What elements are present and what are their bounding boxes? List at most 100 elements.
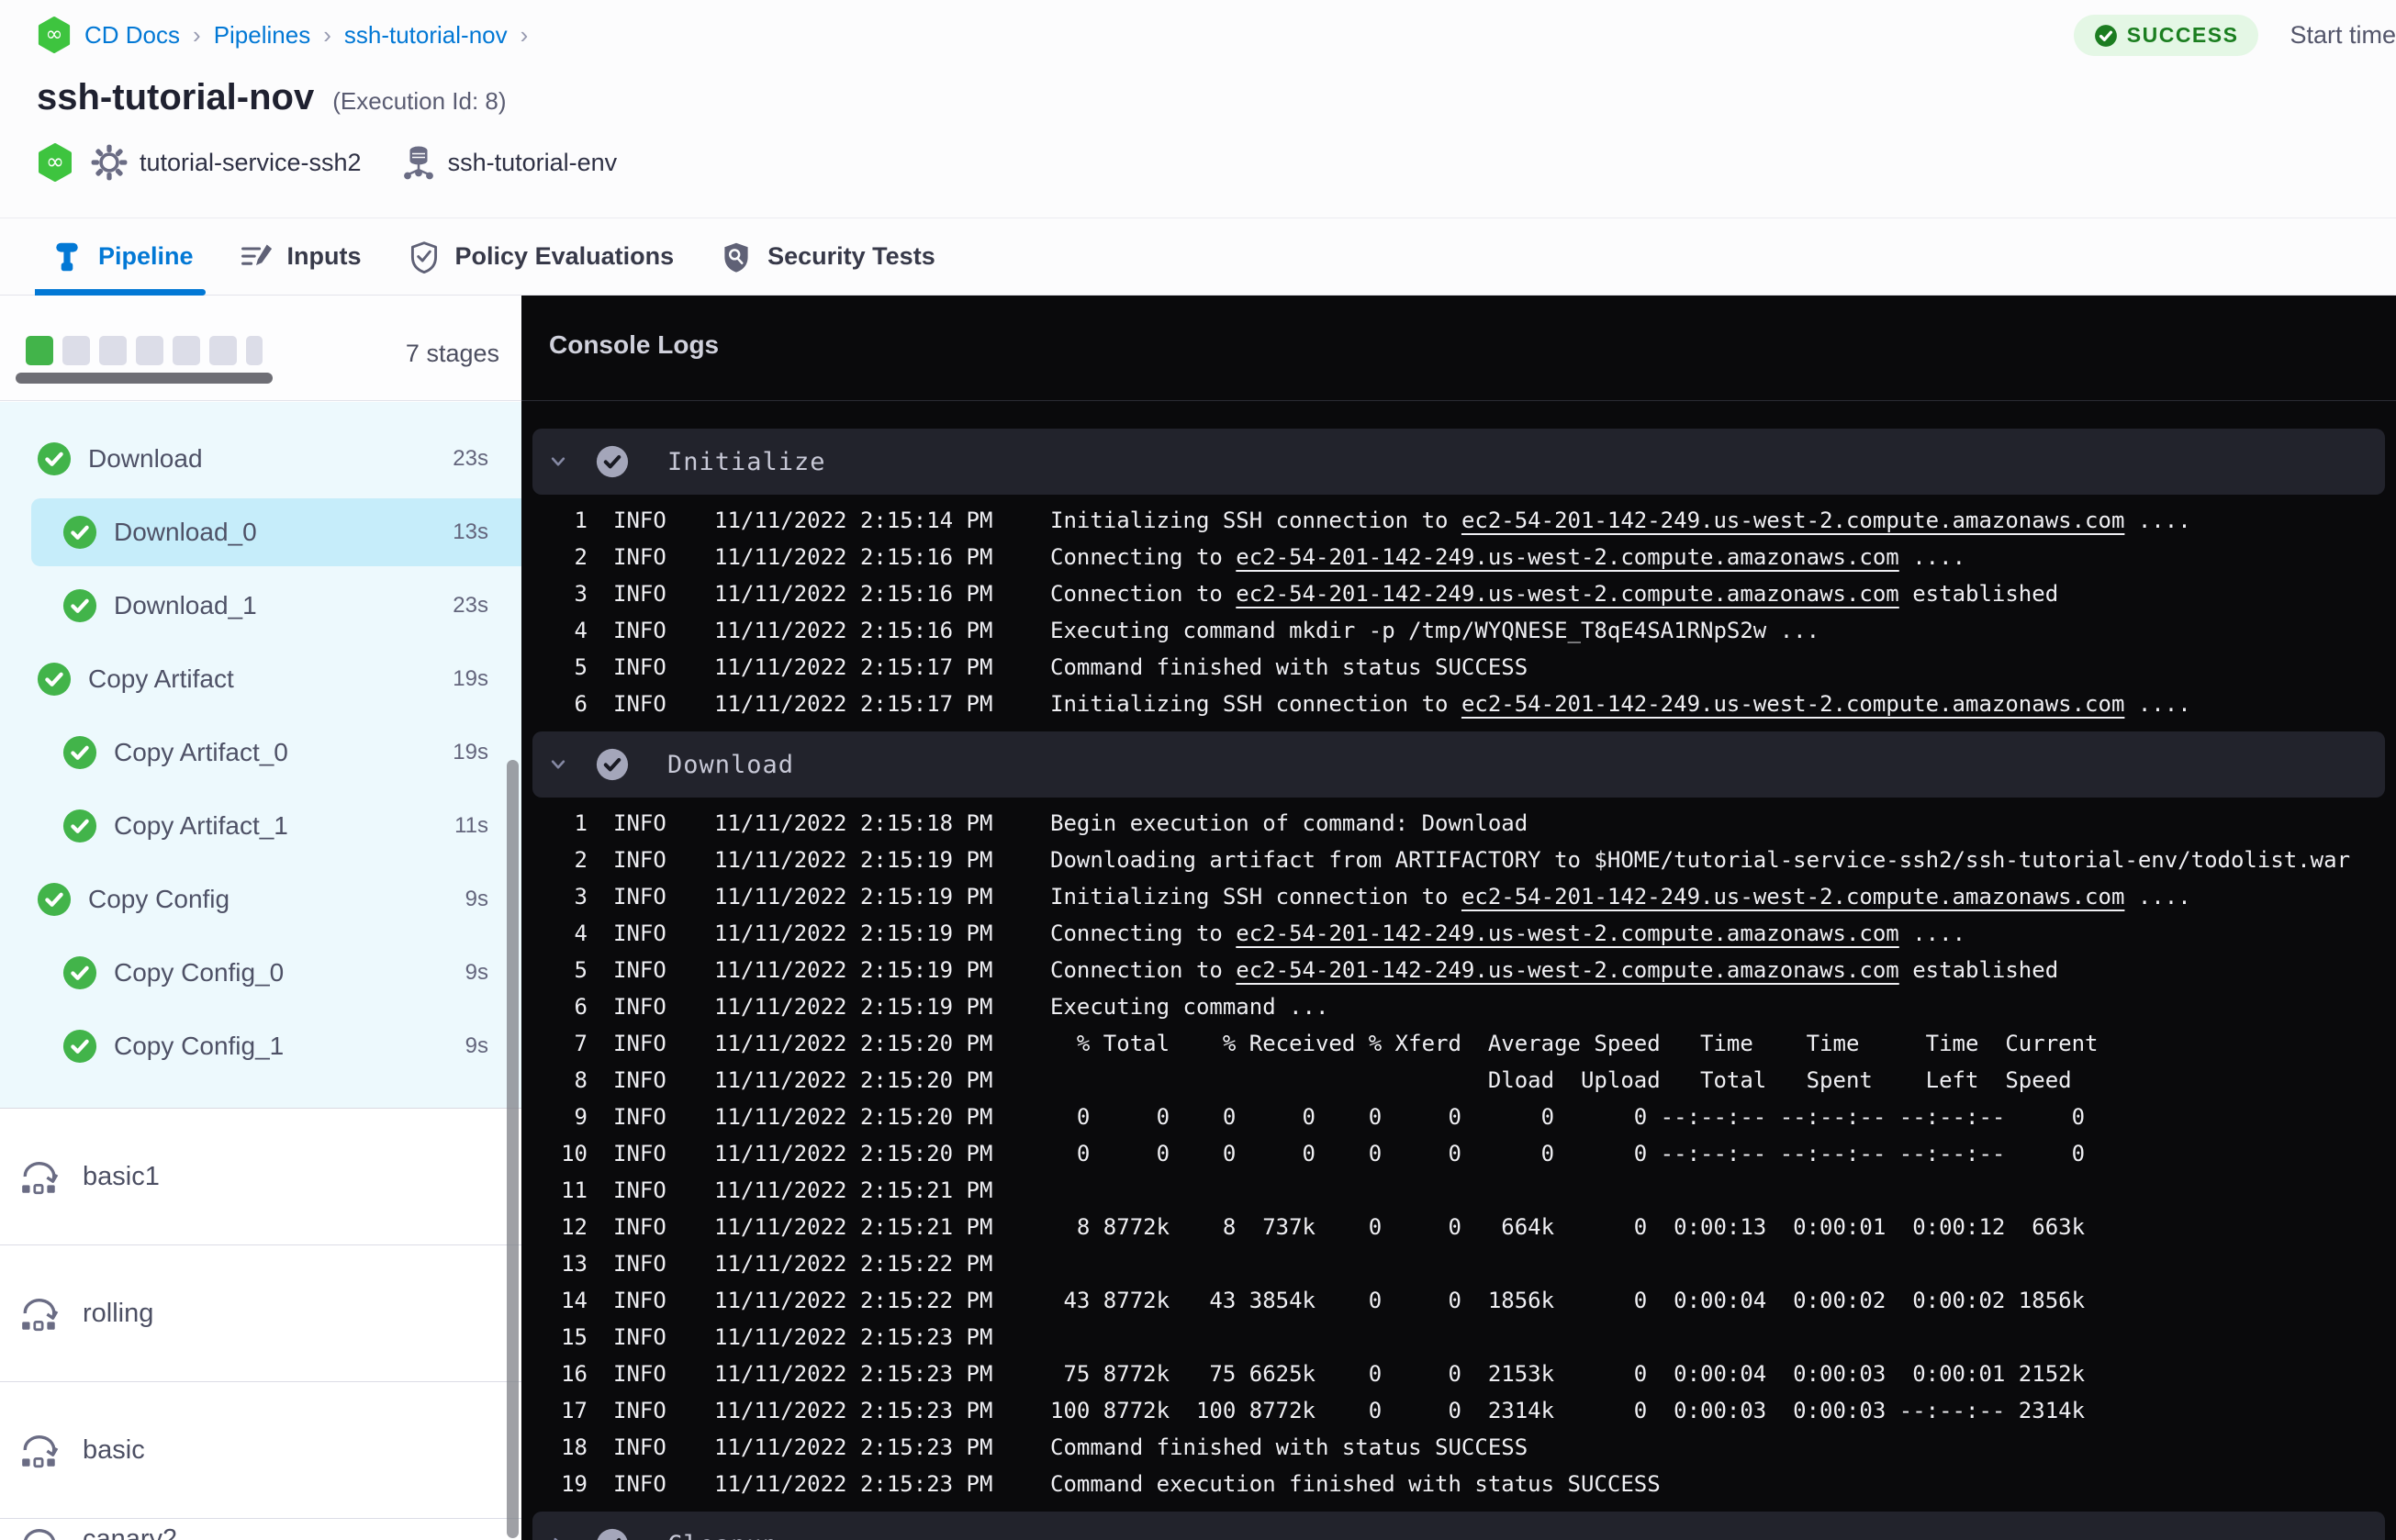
stage-count-label: 7 stages <box>405 340 499 367</box>
host-link[interactable]: ec2-54-201-142-249.us-west-2.compute.ama… <box>1236 921 1898 946</box>
host-link[interactable]: ec2-54-201-142-249.us-west-2.compute.ama… <box>1461 884 2124 909</box>
execution-list-item[interactable]: basic1 <box>0 1109 521 1245</box>
log-line: 3 INFO 11/11/2022 2:15:19 PM Initializin… <box>532 878 2385 915</box>
stage-name: Copy Config_0 <box>114 958 285 987</box>
log-text: 0 0 0 0 0 0 0 0 --:--:-- --:--:-- --:--:… <box>1050 1141 2086 1166</box>
breadcrumb-link[interactable]: ssh-tutorial-nov <box>344 21 508 50</box>
breadcrumb-link[interactable]: Pipelines <box>214 21 311 50</box>
stage-row[interactable]: Copy Config 9s <box>0 863 521 936</box>
log-message: Downloading artifact from ARTIFACTORY to… <box>1050 847 2350 873</box>
stage-row[interactable]: Download_1 23s <box>0 569 521 642</box>
minimap-stage-square <box>99 336 127 365</box>
log-section-header[interactable]: Initialize <box>532 429 2385 495</box>
breadcrumb-separator: › <box>520 20 529 49</box>
environment-name-label: ssh-tutorial-env <box>447 148 618 176</box>
log-text: .... <box>2124 508 2191 533</box>
host-link[interactable]: ec2-54-201-142-249.us-west-2.compute.ama… <box>1236 544 1898 570</box>
stage-name: Copy Config_1 <box>114 1032 285 1060</box>
log-section: Initialize 1 INFO 11/11/2022 2:15:14 PM … <box>532 429 2385 728</box>
stage-name: Copy Artifact_0 <box>114 738 288 766</box>
log-line: 1 INFO 11/11/2022 2:15:14 PM Initializin… <box>532 502 2385 539</box>
log-text: Command execution finished with status S… <box>1050 1471 1661 1497</box>
host-link[interactable]: ec2-54-201-142-249.us-west-2.compute.ama… <box>1236 957 1898 983</box>
log-timestamp: 11/11/2022 2:15:23 PM <box>714 1324 993 1350</box>
log-text: Connection to <box>1050 581 1237 607</box>
log-text: Command finished with status SUCCESS <box>1050 1434 1528 1460</box>
sidebar-scrollbar-thumb[interactable] <box>507 760 519 1538</box>
log-message: % Total % Received % Xferd Average Speed… <box>1050 1031 2099 1056</box>
log-section-header[interactable]: Download <box>532 731 2385 798</box>
host-link[interactable]: ec2-54-201-142-249.us-west-2.compute.ama… <box>1461 508 2124 533</box>
stage-duration: 9s <box>465 1033 488 1058</box>
environment-tag[interactable]: ssh-tutorial-env <box>400 144 618 181</box>
host-link[interactable]: ec2-54-201-142-249.us-west-2.compute.ama… <box>1461 691 2124 717</box>
stage-row[interactable]: Copy Config_1 9s <box>0 1010 521 1083</box>
stage-row[interactable]: Copy Artifact 19s <box>0 642 521 716</box>
log-line: 7 INFO 11/11/2022 2:15:20 PM % Total % R… <box>532 1025 2385 1062</box>
log-line-number: 3 <box>574 884 588 909</box>
log-section-lines: 1 INFO 11/11/2022 2:15:18 PM Begin execu… <box>532 798 2385 1508</box>
execution-list-item[interactable]: basic <box>0 1382 521 1519</box>
stage-row[interactable]: Download 23s <box>0 422 521 496</box>
log-line: 14 INFO 11/11/2022 2:15:22 PM 43 8772k 4… <box>532 1282 2385 1319</box>
gear-icon <box>90 143 129 182</box>
log-section-lines: 1 INFO 11/11/2022 2:15:14 PM Initializin… <box>532 495 2385 728</box>
log-line: 6 INFO 11/11/2022 2:15:19 PM Executing c… <box>532 988 2385 1025</box>
breadcrumb-link[interactable]: CD Docs <box>84 21 180 50</box>
minimap-stage-square <box>209 336 237 365</box>
log-text: 43 8772k 43 3854k 0 0 1856k 0 0:00:04 0:… <box>1050 1288 2086 1313</box>
log-timestamp: 11/11/2022 2:15:22 PM <box>714 1251 993 1277</box>
tab-label: Security Tests <box>767 242 935 270</box>
stage-duration: 9s <box>465 887 488 911</box>
log-section-header[interactable]: Cleanup <box>532 1512 2385 1540</box>
stage-summary: 7 stages <box>0 296 521 401</box>
log-text: .... <box>1898 921 1966 946</box>
log-text: % Total % Received % Xferd Average Speed… <box>1050 1031 2099 1056</box>
tab-inputs[interactable]: Inputs <box>240 240 362 273</box>
execution-list-item[interactable]: rolling <box>0 1245 521 1382</box>
log-level: INFO <box>613 618 666 643</box>
log-text: Initializing SSH connection to <box>1050 691 1461 717</box>
log-line-number: 8 <box>574 1067 588 1093</box>
stage-duration: 19s <box>453 666 488 691</box>
log-line-number: 10 <box>561 1141 588 1166</box>
tab-label: Policy Evaluations <box>454 242 675 270</box>
stage-row[interactable]: Copy Config_0 9s <box>0 936 521 1010</box>
log-line: 11 INFO 11/11/2022 2:15:21 PM <box>532 1172 2385 1209</box>
log-timestamp: 11/11/2022 2:15:19 PM <box>714 994 993 1020</box>
tab-bar: Pipeline Inputs Policy Evaluations Secur… <box>0 218 2396 296</box>
stage-row[interactable]: Copy Artifact_1 11s <box>0 789 521 863</box>
service-tag[interactable]: tutorial-service-ssh2 <box>90 143 362 182</box>
log-line: 4 INFO 11/11/2022 2:15:16 PM Executing c… <box>532 612 2385 649</box>
security-tests-icon <box>720 240 753 273</box>
stage-list: Download 23s Download_0 13s Download_1 2… <box>0 402 521 1108</box>
tab-policy-evaluations[interactable]: Policy Evaluations <box>408 240 675 273</box>
log-level: INFO <box>613 1251 666 1277</box>
log-timestamp: 11/11/2022 2:15:23 PM <box>714 1361 993 1387</box>
log-line: 5 INFO 11/11/2022 2:15:19 PM Connection … <box>532 952 2385 988</box>
log-line: 4 INFO 11/11/2022 2:15:19 PM Connecting … <box>532 915 2385 952</box>
stage-duration: 23s <box>453 446 488 471</box>
tab-security-tests[interactable]: Security Tests <box>720 240 935 273</box>
log-line: 18 INFO 11/11/2022 2:15:23 PM Command fi… <box>532 1429 2385 1466</box>
execution-list-item[interactable]: canary2 <box>0 1519 521 1540</box>
log-timestamp: 11/11/2022 2:15:23 PM <box>714 1434 993 1460</box>
log-level: INFO <box>613 994 666 1020</box>
host-link[interactable]: ec2-54-201-142-249.us-west-2.compute.ama… <box>1236 581 1898 607</box>
log-line: 8 INFO 11/11/2022 2:15:20 PM Dload Uploa… <box>532 1062 2385 1099</box>
deployment-icon <box>18 1431 61 1469</box>
tab-pipeline[interactable]: Pipeline <box>50 240 194 273</box>
stage-minimap[interactable] <box>26 336 263 365</box>
log-line: 16 INFO 11/11/2022 2:15:23 PM 75 8772k 7… <box>532 1356 2385 1392</box>
stage-row[interactable]: Copy Artifact_0 19s <box>0 716 521 789</box>
log-line-number: 12 <box>561 1214 588 1240</box>
log-line-number: 9 <box>574 1104 588 1130</box>
log-message: Connecting to ec2-54-201-142-249.us-west… <box>1050 544 1965 570</box>
log-line-number: 7 <box>574 1031 588 1056</box>
execution-list: basic1 rolling basic canary2 <box>0 1108 521 1540</box>
stage-row[interactable]: Download_0 13s <box>31 498 521 566</box>
stage-minimap-scrollbar[interactable] <box>16 373 273 384</box>
log-message: 75 8772k 75 6625k 0 0 2153k 0 0:00:04 0:… <box>1050 1361 2085 1387</box>
execution-name: canary2 <box>83 1524 178 1540</box>
deployment-icon <box>18 1524 61 1540</box>
